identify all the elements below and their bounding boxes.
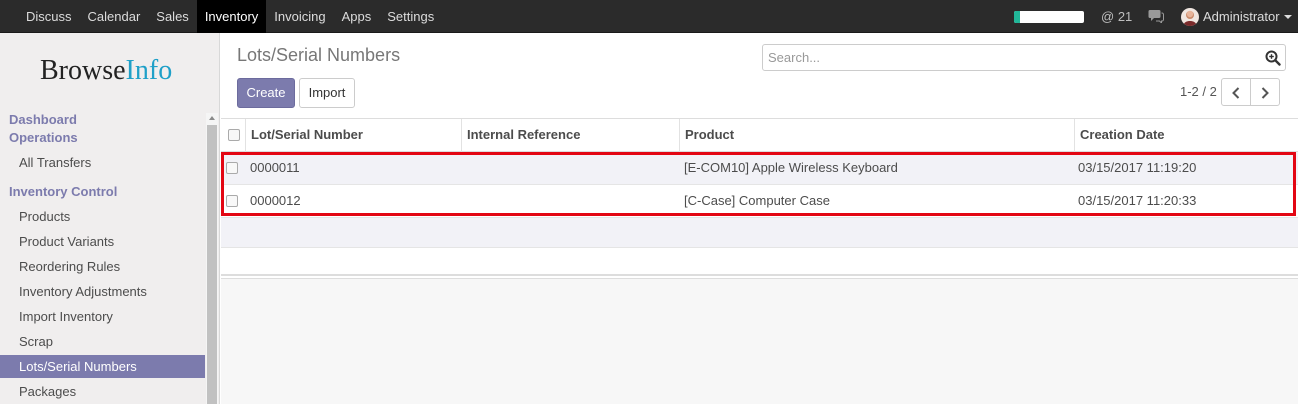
menu-calendar[interactable]: Calendar — [80, 0, 149, 33]
mentions-counter[interactable]: @ 21 — [1101, 0, 1132, 33]
cell-lot: 0000012 — [250, 193, 301, 208]
menu-invoicing[interactable]: Invoicing — [266, 0, 333, 33]
top-navbar: Discuss Calendar Sales Inventory Invoici… — [0, 0, 1298, 33]
select-all-checkbox[interactable] — [228, 129, 240, 141]
mentions-count: 21 — [1117, 9, 1133, 24]
sidebar-item-import-inventory[interactable]: Import Inventory — [0, 305, 205, 328]
row-checkbox[interactable] — [226, 162, 238, 174]
create-button[interactable]: Create — [237, 78, 295, 108]
cell-product: [E-COM10] Apple Wireless Keyboard — [684, 160, 898, 175]
search-input[interactable] — [763, 45, 1253, 70]
user-avatar[interactable] — [1181, 8, 1199, 26]
column-header-creation-date[interactable]: Creation Date — [1074, 119, 1298, 152]
menu-discuss[interactable]: Discuss — [18, 0, 80, 33]
menu-apps[interactable]: Apps — [334, 0, 380, 33]
sidebar-item-products[interactable]: Products — [0, 205, 205, 228]
sidebar-scrollbar[interactable] — [206, 113, 218, 404]
company-logo: BrowseInfo — [40, 55, 172, 87]
empty-row — [221, 248, 1298, 276]
at-icon: @ — [1101, 9, 1115, 24]
column-header-internal-reference[interactable]: Internal Reference — [461, 119, 679, 152]
column-header-lot[interactable]: Lot/Serial Number — [245, 119, 461, 152]
sidebar-heading-inventory-control: Inventory Control — [9, 184, 118, 199]
sidebar-item-reordering-rules[interactable]: Reordering Rules — [0, 255, 205, 278]
sidebar-item-product-variants[interactable]: Product Variants — [0, 230, 205, 253]
table-row[interactable]: 0000011 [E-COM10] Apple Wireless Keyboar… — [221, 152, 1298, 185]
sidebar: BrowseInfo Dashboard Operations All Tran… — [0, 33, 220, 404]
search-icon[interactable] — [1265, 50, 1281, 69]
page-title: Lots/Serial Numbers — [237, 45, 401, 65]
scrollbar-thumb[interactable] — [207, 125, 217, 404]
pager-next-button[interactable] — [1250, 78, 1280, 106]
table-header: Lot/Serial Number Internal Reference Pro… — [221, 118, 1298, 152]
sidebar-item-scrap[interactable]: Scrap — [0, 330, 205, 353]
chevron-left-icon — [1232, 87, 1240, 99]
app-menu: Discuss Calendar Sales Inventory Invoici… — [18, 0, 442, 33]
progress-fill — [1014, 11, 1020, 23]
empty-row — [221, 218, 1298, 248]
user-menu[interactable]: Administrator — [1203, 0, 1280, 33]
sidebar-heading-dashboard[interactable]: Dashboard — [9, 112, 77, 127]
logo-accent-text: Info — [125, 55, 173, 86]
row-checkbox[interactable] — [226, 195, 238, 207]
content-background — [221, 278, 1298, 404]
cell-creation-date: 03/15/2017 11:19:20 — [1078, 160, 1197, 175]
sidebar-item-packages[interactable]: Packages — [0, 380, 205, 403]
sidebar-item-inventory-adjustments[interactable]: Inventory Adjustments — [0, 280, 205, 303]
search-box — [762, 44, 1286, 71]
menu-sales[interactable]: Sales — [148, 0, 197, 33]
menu-inventory[interactable]: Inventory — [196, 0, 267, 33]
sidebar-heading-operations: Operations — [9, 130, 78, 145]
logo-text: Browse — [40, 55, 126, 86]
cell-creation-date: 03/15/2017 11:20:33 — [1078, 193, 1197, 208]
cell-lot: 0000011 — [250, 160, 300, 175]
pager-value[interactable]: 1-2 / 2 — [1180, 84, 1217, 99]
cell-product: [C-Case] Computer Case — [684, 193, 830, 208]
sidebar-item-all-transfers[interactable]: All Transfers — [0, 151, 205, 174]
table-row[interactable]: 0000012 [C-Case] Computer Case 03/15/201… — [221, 185, 1298, 218]
sidebar-item-lots-serial-numbers[interactable]: Lots/Serial Numbers — [0, 355, 205, 378]
import-button[interactable]: Import — [299, 78, 355, 108]
chevron-right-icon — [1261, 87, 1269, 99]
planner-progress-bar[interactable] — [1014, 11, 1084, 23]
pager-previous-button[interactable] — [1221, 78, 1251, 106]
column-header-product[interactable]: Product — [679, 119, 1074, 152]
chevron-down-icon[interactable] — [1284, 15, 1292, 19]
menu-settings[interactable]: Settings — [379, 0, 442, 33]
chat-icon[interactable] — [1148, 9, 1164, 26]
scroll-up-icon[interactable] — [209, 116, 215, 120]
